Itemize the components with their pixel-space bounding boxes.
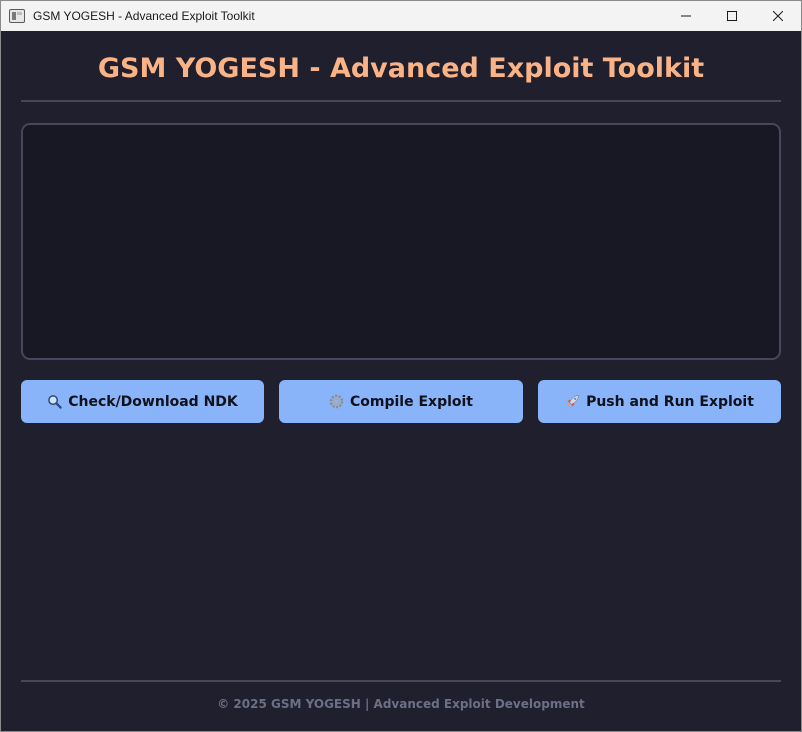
maximize-icon (727, 11, 737, 21)
header-divider (21, 100, 781, 102)
page-title: GSM YOGESH - Advanced Exploit Toolkit (97, 53, 705, 84)
minimize-icon (681, 15, 691, 17)
check-download-ndk-button[interactable]: Check/Download NDK (21, 380, 264, 423)
minimize-button[interactable] (663, 1, 709, 31)
magnifier-icon (47, 394, 62, 409)
compile-exploit-label: Compile Exploit (350, 393, 473, 410)
rocket-icon (565, 394, 580, 409)
maximize-button[interactable] (709, 1, 755, 31)
window-controls (663, 1, 801, 31)
push-run-exploit-label: Push and Run Exploit (586, 393, 754, 410)
close-icon (773, 11, 783, 21)
close-button[interactable] (755, 1, 801, 31)
output-log[interactable] (21, 123, 781, 360)
main-content: GSM YOGESH - Advanced Exploit Toolkit Ch… (1, 31, 801, 731)
footer-text: © 2025 GSM YOGESH | Advanced Exploit Dev… (217, 697, 585, 711)
push-run-exploit-button[interactable]: Push and Run Exploit (538, 380, 781, 423)
window-title: GSM YOGESH - Advanced Exploit Toolkit (33, 9, 255, 23)
app-window: GSM YOGESH - Advanced Exploit Toolkit GS… (0, 0, 802, 732)
title-bar[interactable]: GSM YOGESH - Advanced Exploit Toolkit (1, 1, 801, 31)
gear-icon (329, 394, 344, 409)
compile-exploit-button[interactable]: Compile Exploit (279, 380, 523, 423)
check-download-ndk-label: Check/Download NDK (68, 393, 238, 410)
app-window-icon (9, 9, 25, 23)
footer-divider (21, 680, 781, 682)
